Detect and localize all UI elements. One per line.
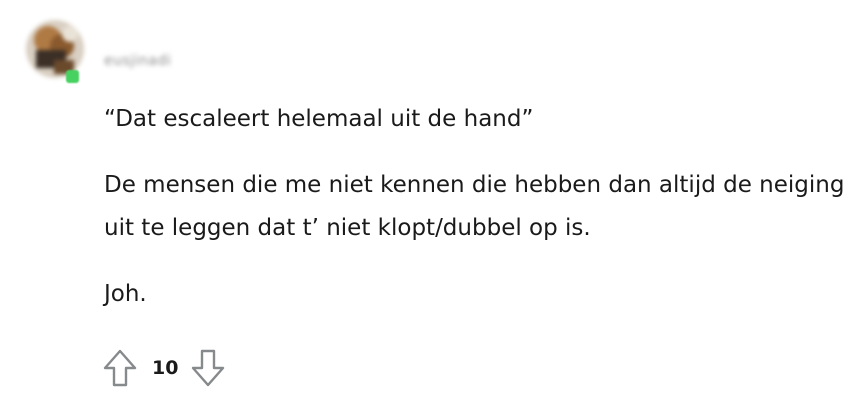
upvote-button[interactable]	[100, 346, 140, 390]
vote-score: 10	[152, 357, 179, 379]
comment-body: “Dat escaleert helemaal uit de hand” De …	[104, 98, 854, 339]
username[interactable]: eusjinadi	[104, 53, 171, 69]
vote-bar: 10	[100, 346, 228, 390]
comment-paragraph: “Dat escaleert helemaal uit de hand”	[104, 106, 534, 132]
downvote-button[interactable]	[188, 346, 228, 390]
downvote-arrow-icon	[192, 349, 225, 387]
comment-paragraph: Joh.	[104, 281, 147, 307]
online-status-indicator	[66, 70, 79, 83]
comment-paragraph: De mensen die me niet kennen die hebben …	[104, 172, 845, 241]
upvote-arrow-icon	[103, 349, 137, 387]
comment: eusjinadi “Dat escaleert helemaal uit de…	[0, 0, 860, 416]
